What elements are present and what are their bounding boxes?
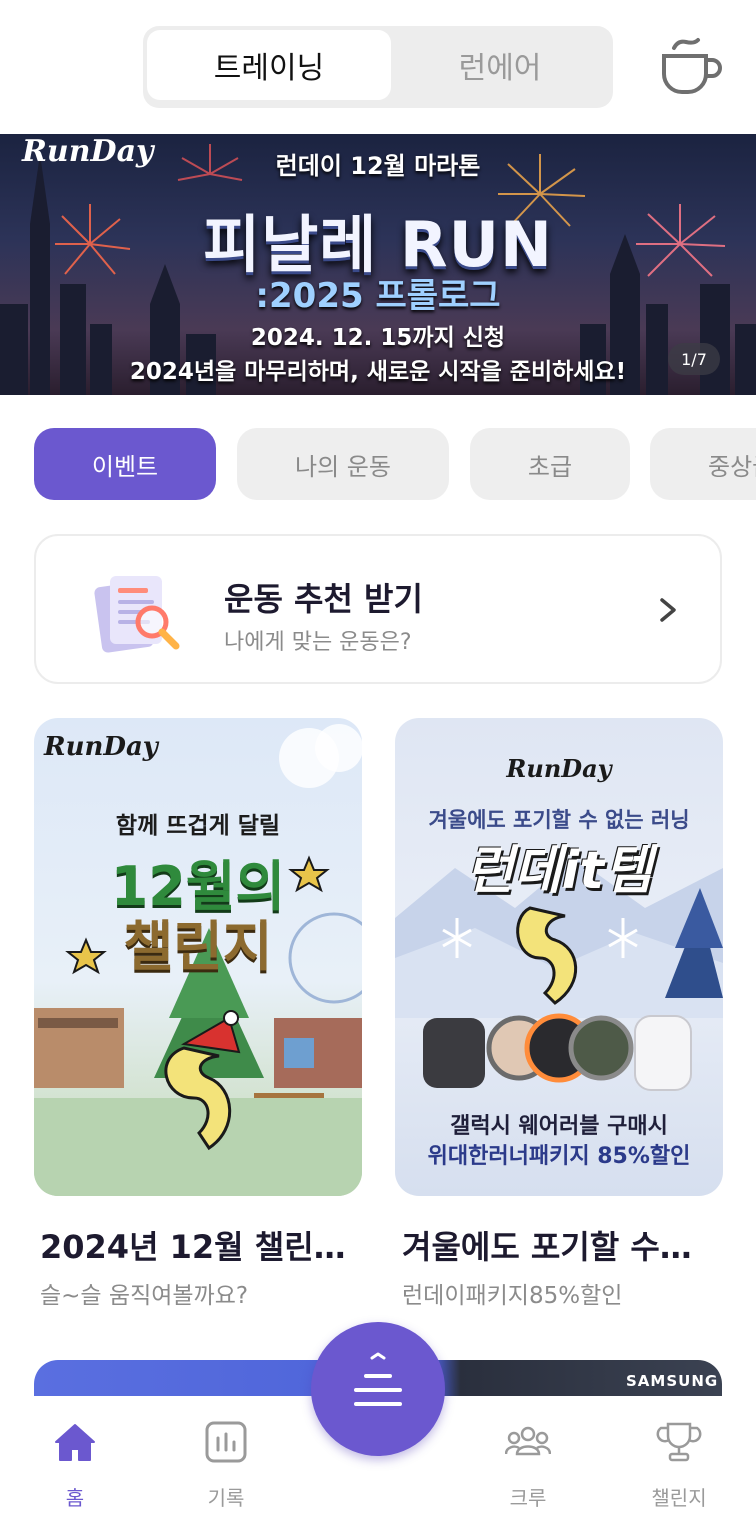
samsung-logo: SAMSUNG: [626, 1372, 719, 1390]
event-card-subtitle: 슬~슬 움직여볼까요?: [40, 1283, 249, 1309]
chip-event[interactable]: 이벤트: [34, 428, 216, 500]
mode-segmented-control: 트레이닝 런에어: [143, 26, 613, 108]
home-icon: [55, 1424, 95, 1461]
hero-subtitle: 런데이 12월 마라톤: [275, 152, 481, 180]
document-search-icon: [94, 576, 180, 653]
nav-crew[interactable]: 크루: [453, 1396, 603, 1523]
nav-home[interactable]: 홈: [0, 1396, 150, 1523]
nav-challenge-label: 챌린지: [651, 1486, 707, 1510]
event-card-title[interactable]: 2024년 12월 챌린…: [40, 1222, 346, 1268]
chip-beginner[interactable]: 초급: [470, 428, 630, 500]
hero-deadline: 2024. 12. 15까지 신청: [250, 325, 506, 351]
card-headline: 런데it템: [465, 841, 653, 901]
hero-description: 2024년을 마무리하며, 새로운 시작을 준비하세요!: [129, 359, 627, 385]
nav-records[interactable]: 기록: [151, 1396, 301, 1523]
group-icon: [505, 1426, 551, 1456]
category-chips: 이벤트 나의 운동 초급 중상급: [34, 428, 756, 500]
recommend-title: 운동 추천 받기: [224, 580, 423, 618]
nav-crew-label: 크루: [509, 1486, 547, 1510]
tab-run-air[interactable]: 런에어: [391, 30, 609, 100]
card-tagline: 함께 뜨겁게 달릴: [115, 813, 281, 839]
recommend-subtitle: 나에게 맞는 운동은?: [224, 630, 412, 655]
nav-records-label: 기록: [207, 1486, 245, 1510]
nav-challenge[interactable]: 챌린지: [604, 1396, 754, 1523]
coffee-cup-icon[interactable]: [656, 36, 726, 96]
nav-home-label: 홈: [65, 1486, 85, 1510]
hero-banner[interactable]: RunDay 런데이 12월 마라톤 피날레 RUN :2025 프롤로그 20…: [0, 134, 756, 395]
menu-fab-button[interactable]: [311, 1322, 445, 1456]
trophy-icon: [656, 1422, 702, 1462]
chip-intermediate[interactable]: 중상급: [650, 428, 756, 500]
chevron-right-icon: [660, 598, 676, 622]
hero-year-line: :2025 프롤로그: [255, 276, 501, 316]
tab-training[interactable]: 트레이닝: [147, 30, 391, 100]
workout-recommend-card[interactable]: 운동 추천 받기 나에게 맞는 운동은?: [34, 534, 722, 684]
card-promo-line-1: 갤럭시 웨어러블 구매시: [450, 1114, 668, 1139]
banner-pager: 1/7: [668, 343, 720, 375]
expand-menu-icon: [354, 1352, 402, 1406]
chip-my-workout[interactable]: 나의 운동: [237, 428, 449, 500]
event-card-december-challenge[interactable]: RunDay 함께 뜨겁게 달릴 12월의 챌린지: [34, 718, 362, 1196]
chart-box-icon: [205, 1421, 247, 1463]
event-card-winter-items[interactable]: RunDay 겨울에도 포기할 수 없는 러닝 런데it템 갤럭시 웨어러블 구…: [395, 718, 723, 1196]
event-card-title[interactable]: 겨울에도 포기할 수…: [402, 1222, 692, 1268]
event-card-subtitle: 런데이패키지85%할인: [402, 1283, 623, 1309]
runday-logo: RunDay: [44, 732, 158, 762]
runday-logo: RunDay: [506, 754, 612, 783]
card-headline-2: 챌린지: [123, 915, 273, 978]
card-promo-line-2: 위대한러너패키지 85%할인: [427, 1144, 691, 1169]
